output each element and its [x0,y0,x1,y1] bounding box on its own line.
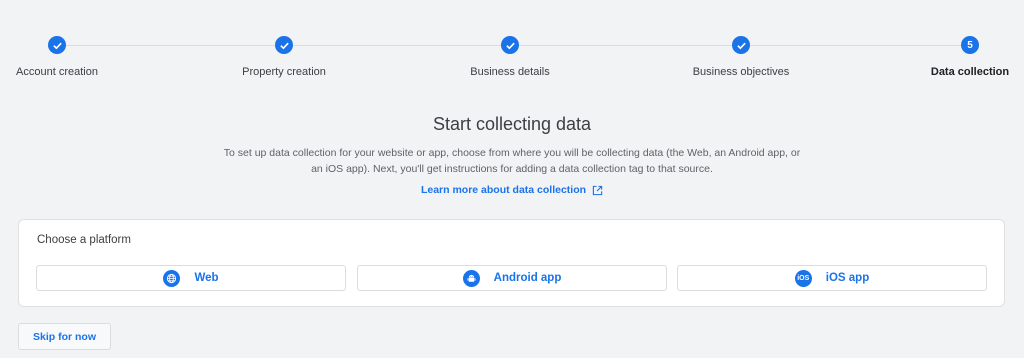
page-description: To set up data collection for your websi… [223,147,801,175]
step-label: Data collection [930,66,1010,78]
progress-stepper: Account creation Property creation Busin… [0,0,1024,90]
step-property-creation: Property creation [240,36,328,78]
platform-label: Android app [493,272,562,284]
step-label: Business objectives [692,66,790,78]
learn-more-container: Learn more about data collection [0,184,1024,196]
check-icon [732,36,750,54]
check-icon [501,36,519,54]
page-title: Start collecting data [432,114,592,134]
ios-platform-button[interactable]: iOS iOS app [677,265,987,291]
platform-label: iOS app [825,272,870,284]
learn-more-label: Learn more about data collection [420,184,587,196]
android-platform-button[interactable]: Android app [357,265,667,291]
step-label: Account creation [16,66,98,78]
web-platform-button[interactable]: Web [36,265,346,291]
step-label: Property creation [242,66,326,78]
android-icon [462,269,480,287]
skip-button[interactable]: Skip for now [18,323,111,350]
platform-card: Choose a platform Web Android app iOS iO… [18,219,1005,307]
learn-more-link[interactable]: Learn more about data collection [421,184,603,196]
step-label: Business details [470,66,550,78]
platform-label: Web [194,272,219,284]
external-link-icon [592,185,603,195]
card-title: Choose a platform [37,234,131,246]
step-business-objectives: Business objectives [689,36,793,78]
check-icon [48,36,66,54]
check-icon [275,36,293,54]
step-business-details: Business details [465,36,555,78]
globe-icon [163,269,181,287]
ios-icon: iOS [794,269,812,287]
step-number: 5 [961,36,979,54]
step-data-collection: 5 Data collection [930,36,1010,78]
step-account-creation: Account creation [16,36,98,78]
